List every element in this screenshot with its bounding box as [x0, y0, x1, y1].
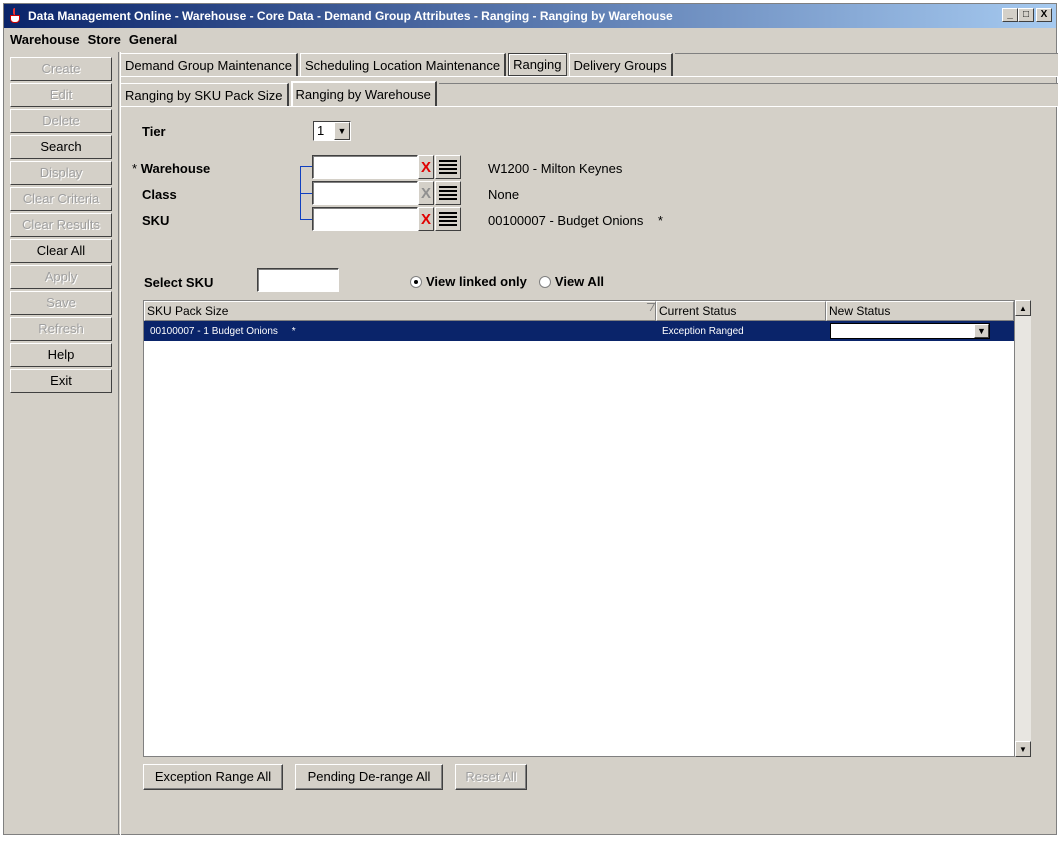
- class-input[interactable]: [312, 181, 418, 205]
- help-button[interactable]: Help: [10, 343, 112, 367]
- delete-button[interactable]: Delete: [10, 109, 112, 133]
- warehouse-description: W1200 - Milton Keynes: [488, 161, 623, 176]
- sub-tab-bar: Ranging by SKU Pack Size Ranging by Ware…: [120, 81, 1058, 107]
- view-all-label: View All: [554, 274, 605, 289]
- class-lookup-icon[interactable]: [435, 181, 461, 205]
- minimize-button[interactable]: _: [1002, 8, 1018, 22]
- warehouse-lookup-icon[interactable]: [435, 155, 461, 179]
- select-sku-input[interactable]: [257, 268, 339, 292]
- window-title: Data Management Online - Warehouse - Cor…: [28, 9, 673, 23]
- chevron-down-icon[interactable]: ▼: [974, 324, 989, 338]
- close-button[interactable]: X: [1036, 8, 1052, 22]
- clear-criteria-button[interactable]: Clear Criteria: [10, 187, 112, 211]
- class-description: None: [488, 187, 520, 202]
- pending-de-range-all-button[interactable]: Pending De-range All: [295, 764, 443, 790]
- new-status-cell: ▼: [826, 321, 1014, 341]
- table-header: SKU Pack Size Current Status New Status: [144, 301, 1014, 321]
- required-marker: *: [132, 161, 138, 176]
- clear-results-button[interactable]: Clear Results: [10, 213, 112, 237]
- exit-button[interactable]: Exit: [10, 369, 112, 393]
- view-filter: View linked only View All: [410, 274, 604, 289]
- warehouse-input[interactable]: [312, 155, 418, 179]
- refresh-button[interactable]: Refresh: [10, 317, 112, 341]
- tab-demand-group-maintenance[interactable]: Demand Group Maintenance: [120, 53, 298, 76]
- menu-bar: Warehouse Store General: [4, 29, 1056, 49]
- apply-button[interactable]: Apply: [10, 265, 112, 289]
- sku-description: 00100007 - Budget Onions *: [488, 213, 663, 228]
- main-tab-bar: Demand Group Maintenance Scheduling Loca…: [120, 52, 1058, 77]
- app-window: Data Management Online - Warehouse - Cor…: [3, 3, 1058, 835]
- class-label: Class: [142, 187, 177, 202]
- warehouse-label: * Warehouse: [132, 161, 211, 176]
- create-button[interactable]: Create: [10, 57, 112, 81]
- edit-button[interactable]: Edit: [10, 83, 112, 107]
- sku-input[interactable]: [312, 207, 418, 231]
- view-all-radio[interactable]: [538, 275, 551, 288]
- save-button[interactable]: Save: [10, 291, 112, 315]
- table-scrollbar[interactable]: ▲ ▼: [1015, 300, 1031, 757]
- select-sku-label: Select SKU: [144, 275, 214, 290]
- tab-ranging-by-warehouse[interactable]: Ranging by Warehouse: [290, 81, 437, 106]
- scroll-down-icon[interactable]: ▼: [1015, 741, 1031, 757]
- search-button[interactable]: Search: [10, 135, 112, 159]
- sidebar-divider: [118, 52, 121, 835]
- clear-sku-icon[interactable]: X: [418, 207, 434, 231]
- tab-ranging-by-sku-pack-size[interactable]: Ranging by SKU Pack Size: [120, 83, 289, 106]
- chevron-down-icon[interactable]: ▼: [334, 122, 350, 140]
- clear-warehouse-icon[interactable]: X: [418, 155, 434, 179]
- tier-label: Tier: [142, 124, 166, 139]
- menu-general[interactable]: General: [129, 32, 177, 47]
- tab-ranging[interactable]: Ranging: [508, 53, 567, 76]
- reset-all-button[interactable]: Reset All: [455, 764, 527, 790]
- scroll-up-icon[interactable]: ▲: [1015, 300, 1031, 316]
- view-linked-only-radio[interactable]: [410, 275, 422, 288]
- column-header-current-status[interactable]: Current Status: [656, 301, 826, 321]
- view-linked-only-label: View linked only: [426, 274, 527, 289]
- exception-range-all-button[interactable]: Exception Range All: [143, 764, 283, 790]
- new-status-select[interactable]: ▼: [830, 323, 990, 339]
- sku-pack-size-cell: 00100007 - 1 Budget Onions *: [150, 325, 296, 337]
- ranging-panel: Tier 1 ▼ * Warehouse Class SKU X W1200 -…: [122, 108, 1058, 835]
- menu-store[interactable]: Store: [88, 32, 121, 47]
- display-button[interactable]: Display: [10, 161, 112, 185]
- sku-label: SKU: [142, 213, 170, 228]
- clear-class-icon[interactable]: X: [418, 181, 434, 205]
- tab-scheduling-location-maintenance[interactable]: Scheduling Location Maintenance: [299, 53, 507, 76]
- column-header-new-status[interactable]: New Status: [826, 301, 1014, 321]
- clear-all-button[interactable]: Clear All: [10, 239, 112, 263]
- action-sidebar: Create Edit Delete Search Display Clear …: [10, 57, 112, 395]
- title-bar: Data Management Online - Warehouse - Cor…: [4, 4, 1056, 28]
- current-status-cell: Exception Ranged: [662, 325, 744, 337]
- tab-delivery-groups[interactable]: Delivery Groups: [568, 53, 673, 76]
- sku-lookup-icon[interactable]: [435, 207, 461, 231]
- menu-warehouse[interactable]: Warehouse: [10, 32, 80, 47]
- sku-ranging-table: SKU Pack Size Current Status New Status …: [143, 300, 1015, 757]
- tier-value: 1: [317, 123, 325, 138]
- sort-indicator-icon: [642, 303, 656, 311]
- table-row[interactable]: 00100007 - 1 Budget Onions * Exception R…: [144, 321, 1014, 341]
- column-header-sku-pack-size[interactable]: SKU Pack Size: [144, 301, 656, 321]
- tier-select[interactable]: 1 ▼: [313, 121, 351, 141]
- java-cup-icon: [8, 8, 24, 24]
- maximize-button[interactable]: □: [1018, 8, 1034, 22]
